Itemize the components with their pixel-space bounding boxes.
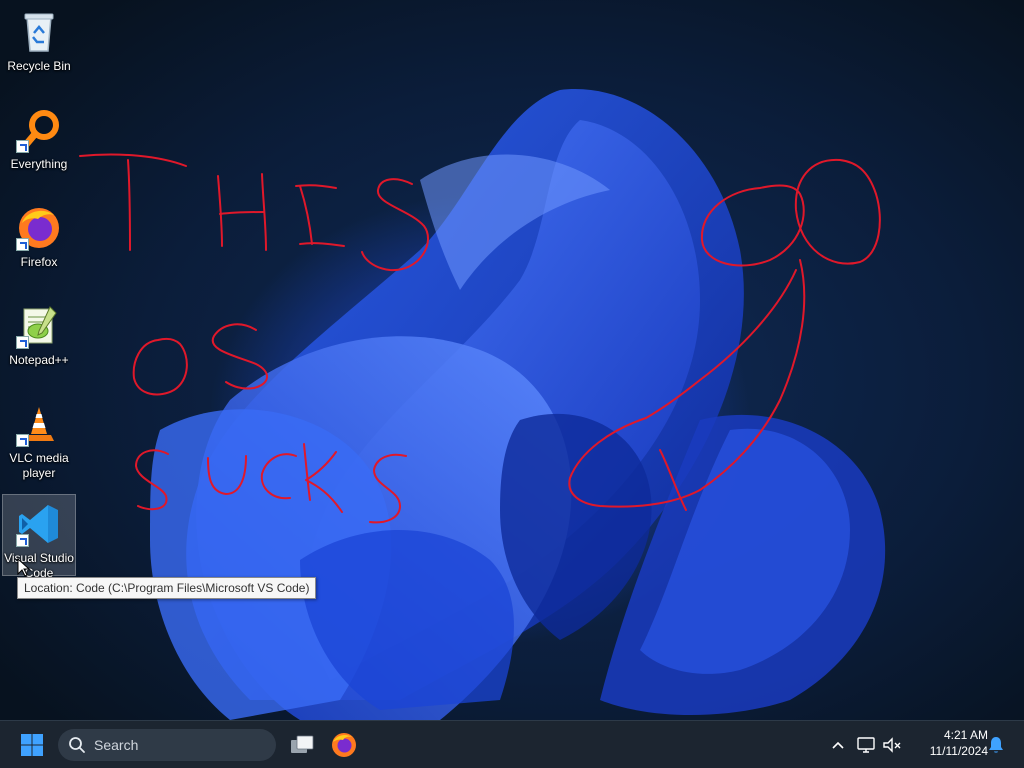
- search-placeholder: Search: [94, 737, 139, 753]
- desktop-icon-notepad-plus-plus[interactable]: Notepad++: [2, 296, 76, 380]
- mouse-cursor-icon: [17, 558, 31, 577]
- windows-start-icon: [21, 734, 43, 756]
- clock-time: 4:21 AM: [943, 728, 988, 742]
- desktop-icon-recycle-bin[interactable]: Recycle Bin: [2, 2, 76, 86]
- desktop-icon-firefox[interactable]: Firefox: [2, 198, 76, 282]
- shortcut-arrow-icon: [16, 434, 29, 447]
- firefox-icon: [332, 733, 356, 757]
- taskbar: Search 4:21 AM 11/11/2024: [0, 720, 1024, 768]
- firefox-icon: [16, 205, 62, 251]
- wallpaper-bloom: [150, 89, 886, 720]
- desktop-icon-label: Notepad++: [9, 353, 69, 367]
- notification-button[interactable]: [984, 733, 1008, 757]
- network-icon: [857, 737, 875, 753]
- shortcut-arrow-icon: [16, 140, 29, 153]
- recycle-bin-icon: [16, 9, 62, 55]
- speaker-muted-icon: [883, 737, 901, 753]
- chevron-up-icon: [832, 741, 844, 749]
- shortcut-arrow-icon: [16, 238, 29, 251]
- task-view-button[interactable]: [284, 729, 320, 761]
- notepad-plus-plus-icon: [16, 303, 62, 349]
- notification-bell-icon: [989, 737, 1003, 753]
- start-button[interactable]: [12, 729, 52, 761]
- desktop-icon-vscode[interactable]: Visual Studio Code: [2, 494, 76, 580]
- desktop-icon-label: Firefox: [20, 255, 58, 269]
- desktop-icon-everything[interactable]: Everything: [2, 100, 76, 184]
- taskbar-firefox-button[interactable]: [326, 729, 362, 761]
- desktop-icon-label: Everything: [10, 157, 68, 171]
- everything-search-icon: [16, 107, 62, 153]
- network-volume-tray[interactable]: [856, 733, 906, 757]
- desktop-icon-vlc[interactable]: VLC media player: [2, 394, 76, 480]
- vlc-cone-icon: [16, 401, 62, 447]
- taskbar-search-box[interactable]: Search: [58, 729, 276, 761]
- taskbar-clock[interactable]: 4:21 AM 11/11/2024: [912, 727, 988, 763]
- task-view-icon: [291, 735, 314, 753]
- desktop-icon-label: Recycle Bin: [7, 59, 71, 73]
- show-hidden-icons-button[interactable]: [826, 733, 850, 757]
- search-icon: [69, 737, 85, 753]
- shortcut-arrow-icon: [16, 336, 29, 349]
- desktop-icon-label: VLC media player: [9, 451, 69, 480]
- vscode-location-tooltip: Location: Code (C:\Program Files\Microso…: [17, 577, 317, 599]
- vscode-icon: [16, 501, 62, 547]
- clock-date: 11/11/2024: [929, 744, 988, 758]
- shortcut-arrow-icon: [16, 534, 29, 547]
- desktop[interactable]: Recycle Bin Everything Firefox Notepad++…: [0, 0, 1024, 720]
